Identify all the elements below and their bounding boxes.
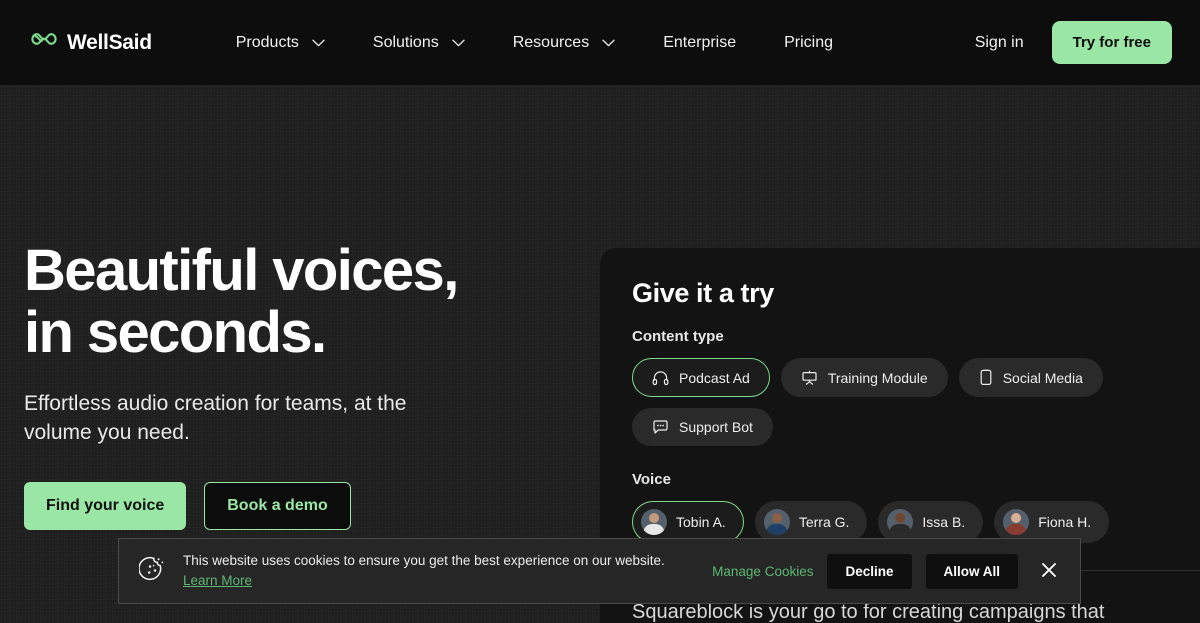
- sign-in-link[interactable]: Sign in: [971, 26, 1028, 60]
- chip-label: Fiona H.: [1038, 514, 1092, 530]
- phone-icon: [979, 369, 993, 386]
- voice-chip-tobin-a[interactable]: Tobin A.: [632, 501, 744, 543]
- nav-label: Products: [235, 33, 299, 51]
- close-button[interactable]: [1036, 557, 1062, 586]
- content-type-chip-row: Podcast Ad Training Module Social Media …: [632, 358, 1168, 446]
- brand-logo[interactable]: WellSaid: [28, 31, 152, 55]
- content-type-chip-support-bot[interactable]: Support Bot: [632, 408, 773, 446]
- content-type-chip-social-media[interactable]: Social Media: [958, 358, 1103, 397]
- learn-more-link[interactable]: Learn More: [183, 573, 252, 588]
- nav-item-enterprise[interactable]: Enterprise: [639, 24, 760, 62]
- content-type-label: Content type: [632, 328, 724, 345]
- cookie-text-block: This website uses cookies to ensure you …: [183, 552, 712, 590]
- allow-all-button[interactable]: Allow All: [925, 553, 1018, 589]
- try-for-free-button[interactable]: Try for free: [1051, 21, 1172, 64]
- decline-button[interactable]: Decline: [827, 553, 912, 589]
- chevron-down-icon: [452, 34, 465, 52]
- avatar: [763, 509, 790, 535]
- hero-title-line-1: Beautiful voices,: [24, 238, 459, 303]
- cookie-actions: Manage Cookies Decline Allow All: [712, 553, 1062, 589]
- chevron-down-icon: [602, 34, 615, 52]
- nav-label: Enterprise: [663, 33, 737, 51]
- nav-label: Solutions: [372, 33, 439, 51]
- chip-label: Training Module: [827, 369, 928, 386]
- chip-label: Terra G.: [798, 514, 850, 530]
- voice-chip-terra-g[interactable]: Terra G.: [754, 501, 868, 543]
- cookie-icon: [138, 555, 167, 588]
- cookie-consent-banner: This website uses cookies to ensure you …: [118, 538, 1081, 604]
- cookie-message: This website uses cookies to ensure you …: [183, 553, 665, 569]
- chat-bubble-icon: [652, 419, 669, 435]
- avatar: [1003, 509, 1030, 535]
- book-a-demo-button[interactable]: Book a demo: [204, 482, 351, 531]
- nav-item-solutions[interactable]: Solutions: [349, 24, 489, 62]
- find-your-voice-button[interactable]: Find your voice: [24, 482, 187, 531]
- header-actions: Sign in Try for free: [971, 21, 1172, 64]
- panel-title: Give it a try: [632, 278, 774, 308]
- brand-name: WellSaid: [67, 30, 152, 54]
- voice-chip-fiona-h[interactable]: Fiona H.: [994, 501, 1110, 543]
- chip-label: Tobin A.: [676, 514, 726, 530]
- avatar: [641, 509, 667, 535]
- interlocking-loops-icon: [28, 31, 58, 54]
- hero-cta-group: Find your voice Book a demo: [24, 482, 564, 531]
- chevron-down-icon: [312, 34, 325, 52]
- content-type-chip-podcast-ad[interactable]: Podcast Ad: [632, 358, 770, 397]
- content-type-chip-training-module[interactable]: Training Module: [780, 358, 948, 397]
- manage-cookies-link[interactable]: Manage Cookies: [712, 564, 813, 579]
- nav-label: Resources: [512, 33, 590, 51]
- hero-title-line-2: in seconds.: [24, 300, 327, 366]
- nav-item-resources[interactable]: Resources: [489, 24, 639, 62]
- presentation-icon: [801, 370, 818, 386]
- chip-label: Support Bot: [679, 419, 753, 435]
- chip-label: Social Media: [1002, 369, 1083, 386]
- main-nav: Products Solutions Resources Enterprise …: [212, 24, 857, 62]
- headphones-icon: [652, 370, 669, 386]
- hero-copy: Beautiful voices, in seconds. Effortless…: [24, 238, 564, 531]
- voice-chip-issa-b[interactable]: Issa B.: [878, 501, 984, 543]
- avatar: [887, 509, 914, 535]
- nav-item-pricing[interactable]: Pricing: [760, 24, 857, 62]
- nav-item-products[interactable]: Products: [212, 24, 349, 62]
- close-icon: [1040, 561, 1058, 582]
- chip-label: Issa B.: [922, 514, 966, 530]
- page-title: Beautiful voices, in seconds.: [24, 238, 564, 366]
- hero-subtitle: Effortless audio creation for teams, at …: [24, 392, 407, 445]
- chip-label: Podcast Ad: [679, 369, 750, 386]
- site-header: WellSaid Products Solutions Resources En…: [0, 0, 1200, 85]
- nav-label: Pricing: [784, 33, 834, 51]
- voice-label: Voice: [632, 471, 671, 488]
